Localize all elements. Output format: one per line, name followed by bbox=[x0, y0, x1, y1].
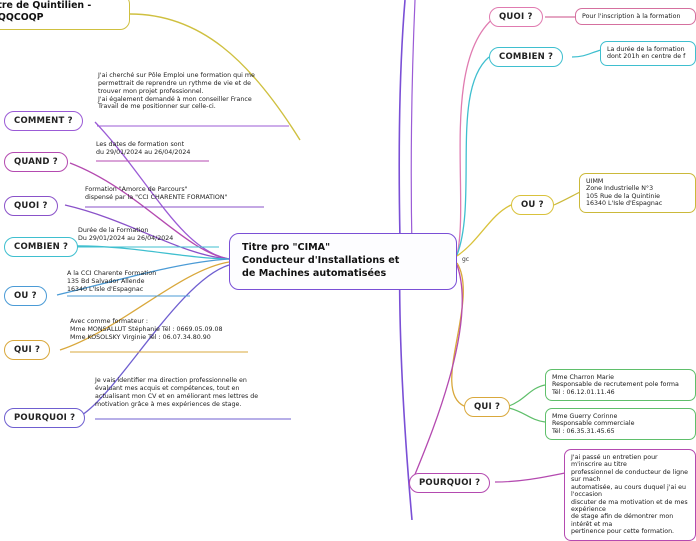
branch-pill-qui-left[interactable]: QUI ? bbox=[4, 340, 51, 361]
card-quoi-right-1[interactable]: Pour l'inscription à la formation bbox=[575, 8, 696, 26]
branch-detail-quand: Les dates de formation sont du 29/01/202… bbox=[96, 141, 191, 156]
card-pourquoi-right-1[interactable]: J'ai passé un entretien pour m'inscrire … bbox=[564, 449, 696, 541]
branch-pill-quand[interactable]: QUAND ? bbox=[4, 152, 68, 173]
branch-pill-quoi-right[interactable]: QUOI ? bbox=[489, 7, 543, 28]
card-ou-right-1[interactable]: UIMM Zone Industrielle N°3 105 Rue de la… bbox=[579, 173, 696, 213]
branch-detail-quoi-left: Formation "Amorce de Parcours" dispensé … bbox=[85, 186, 228, 201]
card-qui-right-2[interactable]: Mme Guerry Corinne Responsable commercia… bbox=[545, 408, 696, 441]
branch-detail-qui-left: Avec comme formateur : Mme MONSALLUT Sté… bbox=[70, 318, 223, 341]
root-title-node[interactable]: ètre de Quintilien - CQQCOQP bbox=[0, 0, 130, 31]
mindmap-canvas: ètre de Quintilien - CQQCOQP Titre pro "… bbox=[0, 0, 696, 541]
branch-pill-combien-left[interactable]: COMBIEN ? bbox=[4, 237, 79, 258]
branch-pill-combien-right[interactable]: COMBIEN ? bbox=[489, 47, 564, 68]
central-marker-label: gc bbox=[462, 256, 470, 263]
branch-detail-pourquoi-left: Je vais identifier ma direction professi… bbox=[95, 377, 259, 408]
branch-pill-comment[interactable]: COMMENT ? bbox=[4, 111, 83, 132]
card-qui-right-1[interactable]: Mme Charron Marie Responsable de recrute… bbox=[545, 369, 696, 402]
branch-detail-combien-left: Durée de la Formation Du 29/01/2024 au 2… bbox=[78, 227, 174, 242]
branch-pill-quoi-left[interactable]: QUOI ? bbox=[4, 196, 58, 217]
branch-pill-pourquoi-left[interactable]: POURQUOI ? bbox=[4, 408, 86, 429]
branch-detail-ou-left: A la CCI Charente Formation 135 Bd Salva… bbox=[67, 270, 157, 293]
card-combien-right-1[interactable]: La durée de la formation dont 201h en ce… bbox=[600, 41, 696, 66]
branch-pill-ou-right[interactable]: OU ? bbox=[511, 195, 554, 216]
branch-pill-pourquoi-right[interactable]: POURQUOI ? bbox=[409, 473, 491, 494]
branch-detail-comment: J'ai cherché sur Pôle Emploi une formati… bbox=[98, 72, 255, 111]
branch-pill-qui-right[interactable]: QUI ? bbox=[464, 397, 511, 418]
branch-pill-ou-left[interactable]: OU ? bbox=[4, 286, 47, 307]
central-topic-node[interactable]: Titre pro "CIMA" Conducteur d'Installati… bbox=[229, 233, 457, 290]
